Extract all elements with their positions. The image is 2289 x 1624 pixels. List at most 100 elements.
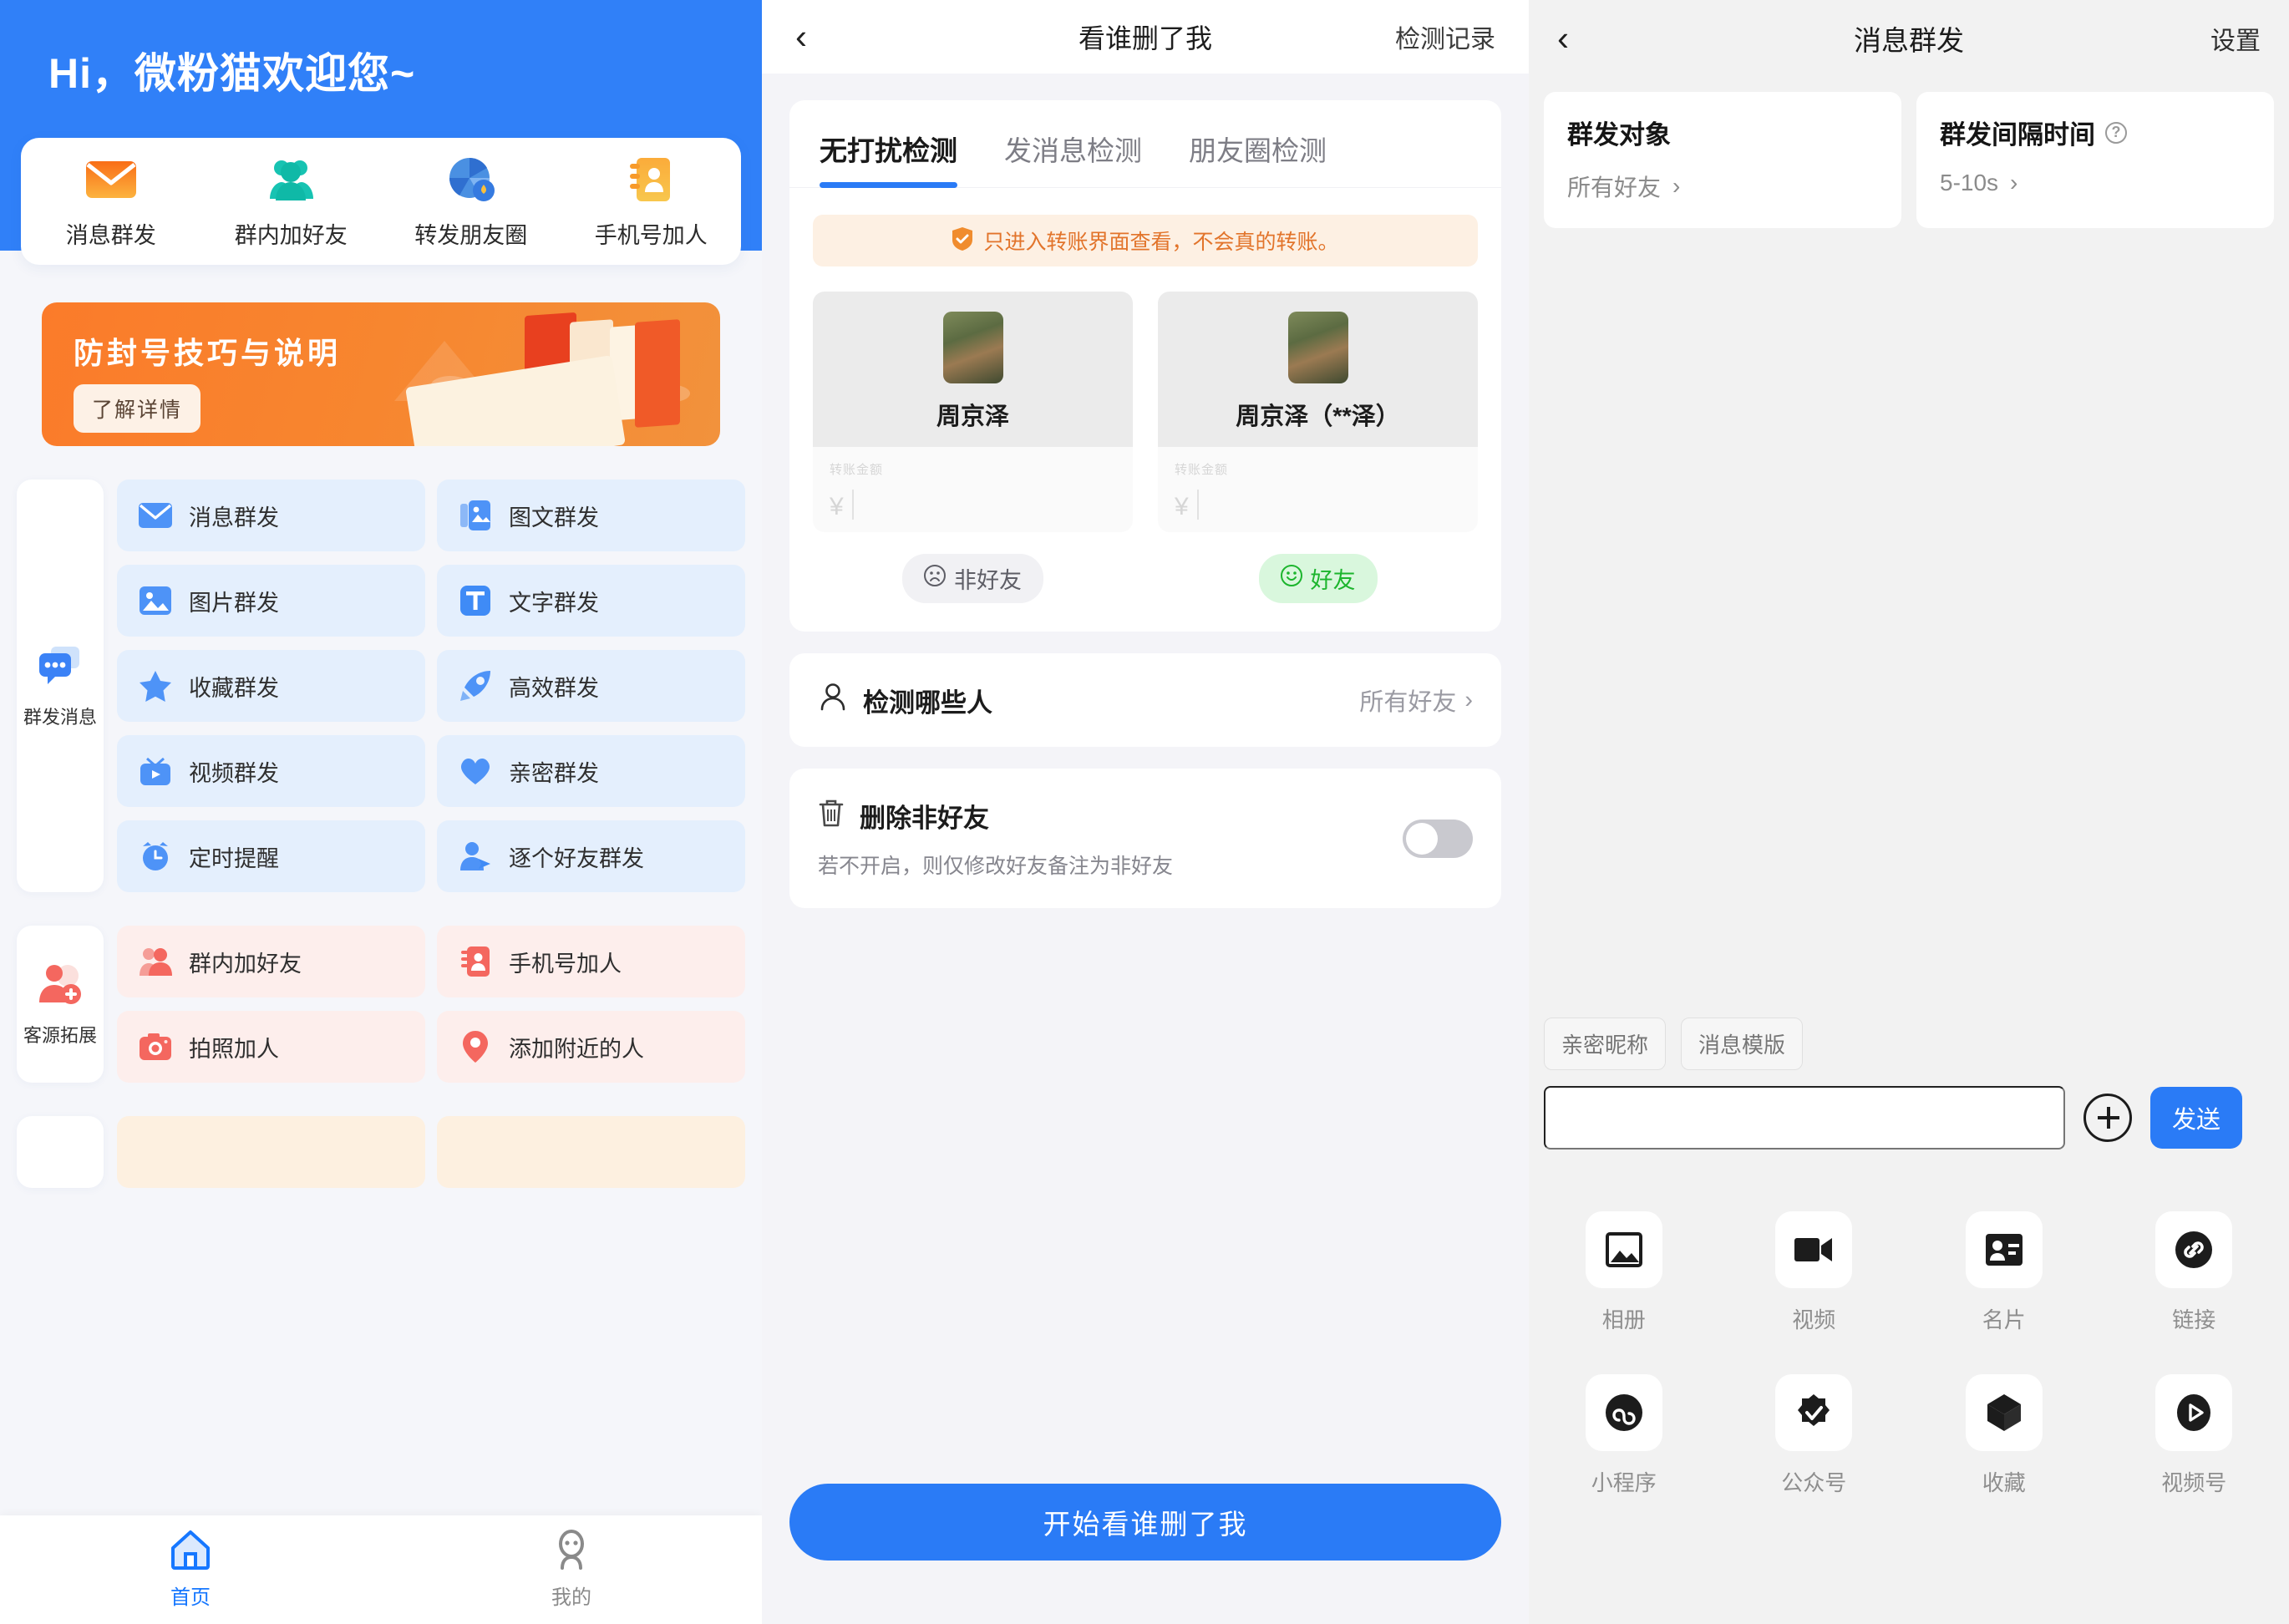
plus-circle-icon[interactable] bbox=[2083, 1094, 2132, 1142]
grid-item-partial[interactable] bbox=[117, 1116, 425, 1188]
grid-item-one-by-one-mass[interactable]: 逐个好友群发 bbox=[437, 820, 745, 892]
card-value-row: 5-10s › bbox=[1940, 170, 2251, 196]
panel-who-deleted-me: ‹ 看谁删了我 检测记录 无打扰检测 发消息检测 朋友圈检测 只进入转账界面查看… bbox=[762, 0, 1529, 1624]
section-grid-partial bbox=[117, 1116, 745, 1188]
preview-card-non-friend: 周京泽 转账金额 ¥ bbox=[813, 292, 1133, 532]
grid-item-partial[interactable] bbox=[437, 1116, 745, 1188]
tabbar-label: 我的 bbox=[551, 1586, 591, 1609]
quick-action-phone-add[interactable]: 手机号加人 bbox=[580, 154, 722, 250]
quick-action-add-in-group[interactable]: 群内加好友 bbox=[220, 154, 362, 250]
back-icon[interactable]: ‹ bbox=[1557, 21, 1569, 56]
tab-moments-detect[interactable]: 朋友圈检测 bbox=[1189, 129, 1327, 187]
preview-card-header: 周京泽（**泽） bbox=[1158, 292, 1478, 447]
section-partially-visible bbox=[17, 1116, 745, 1188]
attachment-label: 公众号 bbox=[1781, 1470, 1847, 1495]
preview-card-row: 周京泽 转账金额 ¥ 周京泽（**泽） 转账金额 ¥ bbox=[789, 266, 1501, 532]
grid-item-video-mass[interactable]: 视频群发 bbox=[117, 735, 425, 807]
attachment-label: 相册 bbox=[1601, 1307, 1646, 1332]
panel-mass-send: ‹ 消息群发 设置 群发对象 所有好友 › 群发间隔时间 ? 5-10s › 亲… bbox=[1529, 0, 2289, 1624]
home-icon bbox=[170, 1530, 211, 1574]
send-button[interactable]: 发送 bbox=[2150, 1087, 2243, 1149]
alarm-clock-icon bbox=[139, 840, 172, 873]
official-account-icon bbox=[1775, 1374, 1853, 1451]
settings-button[interactable]: 设置 bbox=[2210, 20, 2261, 57]
quick-action-forward-moments[interactable]: 转发朋友圈 bbox=[400, 154, 542, 250]
attachment-label: 小程序 bbox=[1591, 1470, 1657, 1495]
attachment-link[interactable]: 链接 bbox=[2099, 1211, 2289, 1334]
attachment-channels[interactable]: 视频号 bbox=[2099, 1374, 2289, 1497]
attachment-business-card[interactable]: 名片 bbox=[1909, 1211, 2099, 1334]
grid-item-image-text-mass[interactable]: 图文群发 bbox=[437, 480, 745, 551]
question-circle-icon[interactable]: ? bbox=[2105, 121, 2127, 144]
attachment-label: 链接 bbox=[2172, 1307, 2216, 1332]
grid-item-label: 高效群发 bbox=[509, 675, 599, 701]
message-input[interactable] bbox=[1544, 1086, 2065, 1149]
attachment-mini-program[interactable]: 小程序 bbox=[1529, 1374, 1719, 1497]
grid-item-phone-add[interactable]: 手机号加人 bbox=[437, 926, 745, 997]
grid-item-picture-mass[interactable]: 图片群发 bbox=[117, 565, 425, 637]
row-detect-who[interactable]: 检测哪些人 所有好友 › bbox=[789, 653, 1501, 747]
section-label-customer-expansion: 客源拓展 bbox=[17, 926, 104, 1083]
tabbar-item-profile[interactable]: 我的 bbox=[381, 1530, 762, 1610]
safety-notice-banner: 只进入转账界面查看，不会真的转账。 bbox=[813, 215, 1478, 266]
tab-no-disturb-detect[interactable]: 无打扰检测 bbox=[820, 129, 957, 188]
attachment-video[interactable]: 视频 bbox=[1719, 1211, 1910, 1334]
back-icon[interactable]: ‹ bbox=[795, 19, 807, 54]
start-detection-button[interactable]: 开始看谁删了我 bbox=[789, 1484, 1501, 1561]
status-badge-friend: 好友 bbox=[1258, 554, 1378, 603]
video-camera-icon bbox=[1775, 1211, 1853, 1288]
grid-item-text-mass[interactable]: 文字群发 bbox=[437, 565, 745, 637]
quick-action-message-mass[interactable]: 消息群发 bbox=[40, 154, 182, 250]
tabbar-item-home[interactable]: 首页 bbox=[0, 1530, 381, 1610]
grid-item-label: 文字群发 bbox=[509, 590, 599, 616]
detect-header: ‹ 看谁删了我 检测记录 bbox=[762, 0, 1529, 74]
card-mass-send-target[interactable]: 群发对象 所有好友 › bbox=[1544, 92, 1901, 228]
attachment-favorites[interactable]: 收藏 bbox=[1909, 1374, 2099, 1497]
card-mass-send-interval[interactable]: 群发间隔时间 ? 5-10s › bbox=[1916, 92, 2274, 228]
grid-item-label: 拍照加人 bbox=[189, 1036, 279, 1062]
section-label-text: 客源拓展 bbox=[23, 1025, 97, 1046]
tips-banner[interactable]: 防封号技巧与说明 了解详情 bbox=[42, 302, 720, 446]
badge-wrapper: 非好友 bbox=[813, 554, 1133, 603]
chip-intimate-nickname[interactable]: 亲密昵称 bbox=[1544, 1018, 1667, 1070]
detection-records-button[interactable]: 检测记录 bbox=[1395, 18, 1495, 55]
channels-play-icon bbox=[2155, 1374, 2233, 1451]
attachment-album[interactable]: 相册 bbox=[1529, 1211, 1719, 1334]
grid-item-timed-reminder[interactable]: 定时提醒 bbox=[117, 820, 425, 892]
status-badge-label: 好友 bbox=[1310, 568, 1356, 593]
tv-play-icon bbox=[139, 754, 172, 788]
tab-send-message-detect[interactable]: 发消息检测 bbox=[1004, 129, 1142, 187]
section-grid-customer-expansion: 群内加好友 手机号加人 拍照加人 添加附近的人 bbox=[117, 926, 745, 1083]
text-cursor bbox=[1196, 490, 1199, 520]
row-left: 检测哪些人 bbox=[818, 682, 992, 719]
chip-message-template[interactable]: 消息模版 bbox=[1681, 1018, 1804, 1070]
grid-item-label: 添加附近的人 bbox=[509, 1036, 644, 1062]
person-icon bbox=[818, 682, 848, 718]
grid-item-efficient-mass[interactable]: 高效群发 bbox=[437, 650, 745, 722]
smile-face-icon bbox=[1280, 565, 1302, 592]
three-panel-screenshot: Hi，微粉猫欢迎您~ 消息群发 群内加好友 转发朋友圈 手机号加人 防封号技巧与… bbox=[0, 0, 2289, 1624]
grid-item-label: 图文群发 bbox=[509, 505, 599, 530]
currency-symbol: ¥ bbox=[1175, 493, 1189, 520]
delete-non-friends-toggle[interactable] bbox=[1403, 819, 1473, 858]
grid-item-add-nearby[interactable]: 添加附近的人 bbox=[437, 1011, 745, 1083]
profile-icon bbox=[551, 1530, 592, 1574]
section-label-mass-message: 群发消息 bbox=[17, 480, 104, 892]
avatar bbox=[1287, 312, 1348, 383]
card-title: 群发对象 bbox=[1567, 114, 1878, 151]
grid-item-add-in-group[interactable]: 群内加好友 bbox=[117, 926, 425, 997]
group-people-icon bbox=[139, 945, 172, 978]
section-customer-expansion: 客源拓展 群内加好友 手机号加人 拍照加人 添加附近的人 bbox=[17, 926, 745, 1083]
row-delete-non-friends: 删除非好友 若不开启，则仅修改好友备注为非好友 bbox=[789, 769, 1501, 908]
section-grid-mass-message: 消息群发 图文群发 图片群发 文字群发 收藏群发 高效群发 视频群发 亲密群发 … bbox=[117, 480, 745, 892]
status-badge-row: 非好友 好友 bbox=[789, 532, 1501, 632]
grid-item-intimate-mass[interactable]: 亲密群发 bbox=[437, 735, 745, 807]
attachment-official-account[interactable]: 公众号 bbox=[1719, 1374, 1910, 1497]
grid-item-label: 图片群发 bbox=[189, 590, 279, 616]
amount-caption: 转账金额 bbox=[830, 463, 884, 477]
grid-item-favorite-mass[interactable]: 收藏群发 bbox=[117, 650, 425, 722]
banner-learn-more-button[interactable]: 了解详情 bbox=[74, 384, 201, 433]
grid-item-message-mass[interactable]: 消息群发 bbox=[117, 480, 425, 551]
grid-item-photo-add[interactable]: 拍照加人 bbox=[117, 1011, 425, 1083]
tabbar-label: 首页 bbox=[170, 1586, 211, 1609]
